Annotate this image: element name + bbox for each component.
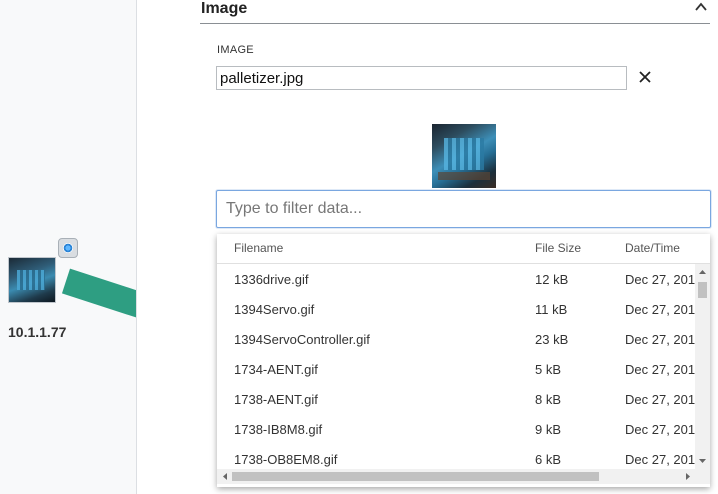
table-body: 1336drive.gif 12 kB Dec 27, 201 1394Serv… xyxy=(217,264,695,469)
cell-date: Dec 27, 201 xyxy=(625,362,695,377)
image-preview xyxy=(432,124,496,188)
cell-size: 12 kB xyxy=(535,272,569,287)
cell-size: 9 kB xyxy=(535,422,562,437)
cell-size: 8 kB xyxy=(535,392,562,407)
column-header-filename[interactable]: Filename xyxy=(234,241,283,255)
table-row[interactable]: 1738-OB8EM8.gif 6 kB Dec 27, 201 xyxy=(217,444,695,469)
cell-filename: 1394Servo.gif xyxy=(234,302,315,317)
cell-date: Dec 27, 201 xyxy=(625,392,695,407)
scroll-up-icon[interactable] xyxy=(698,268,707,277)
scroll-right-icon[interactable] xyxy=(683,472,692,481)
image-section-header[interactable]: Image xyxy=(200,0,710,24)
cell-size: 11 kB xyxy=(535,302,568,317)
horizontal-scroll-thumb[interactable] xyxy=(232,472,599,481)
close-icon[interactable] xyxy=(637,68,653,86)
column-header-date[interactable]: Date/Time xyxy=(625,241,680,255)
cell-size: 23 kB xyxy=(535,332,569,347)
table-row[interactable]: 1738-IB8M8.gif 9 kB Dec 27, 201 xyxy=(217,414,695,444)
vertical-scroll-thumb[interactable] xyxy=(698,282,707,298)
cell-filename: 1336drive.gif xyxy=(234,272,309,287)
cell-filename: 1394ServoController.gif xyxy=(234,332,370,347)
scroll-down-icon[interactable] xyxy=(698,456,707,465)
chevron-up-icon[interactable] xyxy=(694,0,708,14)
device-ip-label: 10.1.1.77 xyxy=(8,324,67,340)
file-dropdown-table: Filename File Size Date/Time 1336drive.g… xyxy=(217,234,710,487)
cell-date: Dec 27, 201 xyxy=(625,302,695,317)
cell-filename: 1734-AENT.gif xyxy=(234,362,318,377)
table-row[interactable]: 1738-AENT.gif 8 kB Dec 27, 201 xyxy=(217,384,695,414)
cell-date: Dec 27, 201 xyxy=(625,422,695,437)
properties-panel: Image IMAGE Filename File Size Date/Time… xyxy=(137,0,718,494)
cell-date: Dec 27, 201 xyxy=(625,272,695,287)
cell-size: 6 kB xyxy=(535,452,562,467)
cell-size: 5 kB xyxy=(535,362,562,377)
topology-canvas: 10.1.1.77 xyxy=(0,0,137,494)
table-row[interactable]: 1394Servo.gif 11 kB Dec 27, 201 xyxy=(217,294,695,324)
device-image[interactable] xyxy=(8,257,56,303)
cell-filename: 1738-IB8M8.gif xyxy=(234,422,323,437)
cell-date: Dec 27, 201 xyxy=(625,452,695,467)
scroll-left-icon[interactable] xyxy=(221,472,230,481)
table-header: Filename File Size Date/Time xyxy=(217,234,710,264)
network-link[interactable] xyxy=(61,268,136,322)
vertical-scrollbar[interactable] xyxy=(695,264,710,469)
image-filename-input[interactable] xyxy=(216,66,627,90)
horizontal-scrollbar[interactable] xyxy=(217,469,710,484)
image-field-label: IMAGE xyxy=(217,44,254,56)
table-row[interactable]: 1734-AENT.gif 5 kB Dec 27, 201 xyxy=(217,354,695,384)
cell-date: Dec 27, 201 xyxy=(625,332,695,347)
table-row[interactable]: 1336drive.gif 12 kB Dec 27, 201 xyxy=(217,264,695,294)
column-header-size[interactable]: File Size xyxy=(535,241,581,255)
cell-filename: 1738-AENT.gif xyxy=(234,392,318,407)
filter-input[interactable] xyxy=(216,190,711,228)
cell-filename: 1738-OB8EM8.gif xyxy=(234,452,338,467)
device-status-icon[interactable] xyxy=(58,238,78,258)
table-row[interactable]: 1394ServoController.gif 23 kB Dec 27, 20… xyxy=(217,324,695,354)
section-title: Image xyxy=(201,0,248,17)
